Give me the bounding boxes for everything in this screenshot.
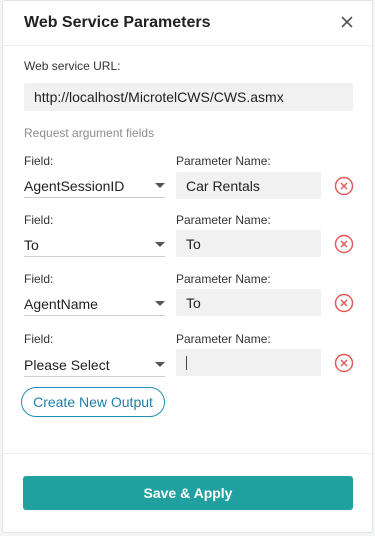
web-service-parameters-dialog: Web Service Parameters Web service URL: … xyxy=(2,0,373,533)
url-label: Web service URL: xyxy=(24,59,121,73)
section-label: Request argument fields xyxy=(24,126,155,140)
field-label: Field: xyxy=(24,213,54,227)
remove-circle-icon[interactable] xyxy=(334,293,354,313)
field-select-value: To xyxy=(24,237,39,253)
create-new-output-button[interactable]: Create New Output xyxy=(21,387,165,417)
parameter-name-label: Parameter Name: xyxy=(176,272,271,286)
parameter-name-input-1[interactable]: Car Rentals xyxy=(176,172,321,199)
close-icon[interactable] xyxy=(338,13,356,31)
text-cursor xyxy=(186,356,187,370)
dialog-header: Web Service Parameters xyxy=(3,1,372,46)
parameter-name-label: Parameter Name: xyxy=(176,154,271,168)
chevron-down-icon xyxy=(155,183,165,188)
field-select-value: AgentSessionID xyxy=(24,178,125,194)
field-label: Field: xyxy=(24,332,54,346)
field-select-1[interactable]: AgentSessionID xyxy=(24,174,165,198)
parameter-name-label: Parameter Name: xyxy=(176,332,271,346)
field-select-value: AgentName xyxy=(24,296,98,312)
chevron-down-icon xyxy=(155,301,165,306)
chevron-down-icon xyxy=(155,362,165,367)
chevron-down-icon xyxy=(155,242,165,247)
url-field[interactable]: http://localhost/MicrotelCWS/CWS.asmx xyxy=(24,83,353,111)
parameter-name-input-3[interactable]: To xyxy=(176,289,321,316)
parameter-name-input-4[interactable] xyxy=(176,349,321,376)
parameter-name-label: Parameter Name: xyxy=(176,213,271,227)
remove-circle-icon[interactable] xyxy=(334,176,354,196)
footer-divider xyxy=(3,453,372,454)
field-select-2[interactable]: To xyxy=(24,233,165,257)
field-label: Field: xyxy=(24,154,54,168)
remove-circle-icon[interactable] xyxy=(334,234,354,254)
dialog-title: Web Service Parameters xyxy=(24,14,211,31)
save-apply-button[interactable]: Save & Apply xyxy=(23,476,353,510)
field-select-value: Please Select xyxy=(24,357,110,373)
field-select-3[interactable]: AgentName xyxy=(24,292,165,316)
field-select-4[interactable]: Please Select xyxy=(24,353,165,377)
remove-circle-icon[interactable] xyxy=(334,353,354,373)
field-label: Field: xyxy=(24,272,54,286)
parameter-name-input-2[interactable]: To xyxy=(176,230,321,257)
